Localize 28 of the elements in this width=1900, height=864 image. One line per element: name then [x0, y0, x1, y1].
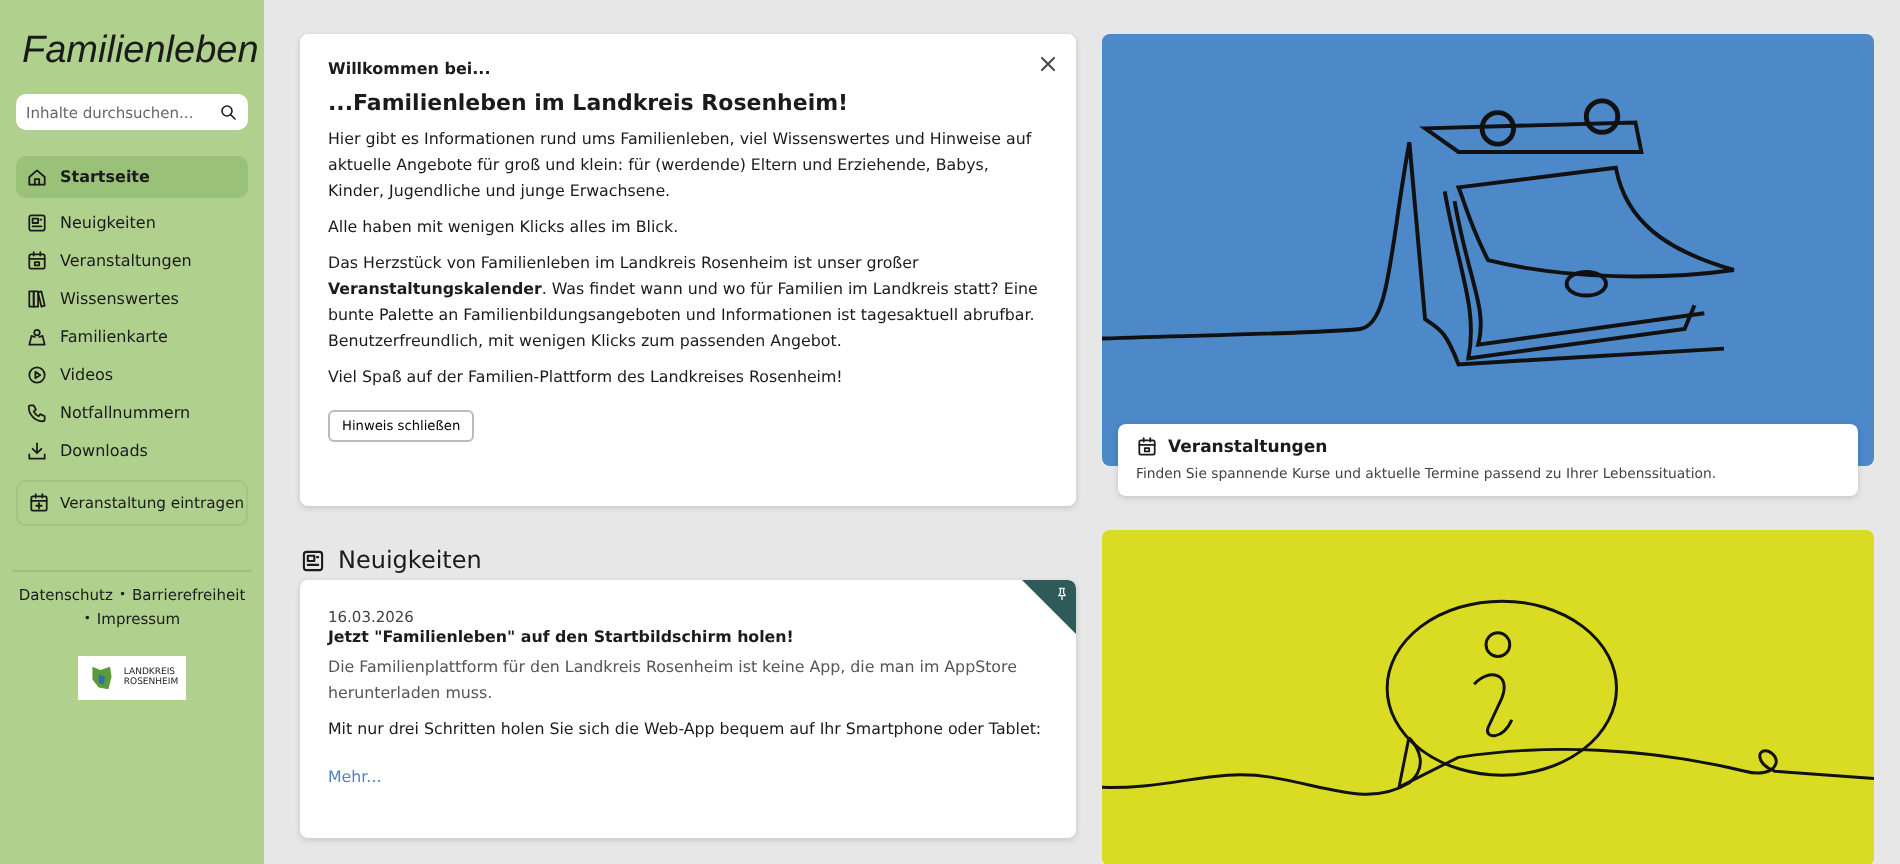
- card-title: ...Familienleben im Landkreis Rosenheim!: [328, 90, 851, 116]
- close-button[interactable]: [1036, 52, 1060, 76]
- tile-title: Veranstaltungen: [1168, 437, 1328, 457]
- calendar-plus-icon: [28, 492, 50, 514]
- site-title: Familienleben: [20, 28, 261, 76]
- house-icon: [26, 166, 48, 188]
- sidebar-item[interactable]: Veranstaltungen: [16, 244, 248, 278]
- books-icon: [26, 288, 48, 310]
- newspaper-icon: [300, 547, 326, 573]
- search-icon: [218, 102, 238, 122]
- newspaper-icon: [26, 212, 48, 234]
- sidebar-item[interactable]: Neuigkeiten: [16, 206, 248, 240]
- calendar-icon: [1136, 436, 1158, 458]
- sidebar-item[interactable]: Videos: [16, 358, 248, 392]
- sidebar-item[interactable]: Startseite: [16, 156, 248, 198]
- play-icon: [26, 364, 48, 386]
- sidebar-item[interactable]: Wissenswertes: [16, 282, 248, 316]
- phone-icon: [26, 402, 48, 424]
- download-icon: [26, 440, 48, 462]
- map-people-icon: [26, 326, 48, 348]
- card-kicker: Willkommen bei...: [328, 60, 493, 78]
- section-heading: Neuigkeiten: [338, 546, 482, 574]
- sidebar-item[interactable]: Downloads: [16, 434, 248, 468]
- close-icon: [1036, 52, 1060, 76]
- sidebar-item[interactable]: Familienkarte: [16, 320, 248, 354]
- pin-icon: [1054, 586, 1070, 602]
- sidebar-item[interactable]: Notfallnummern: [16, 396, 248, 430]
- calendar-icon: [26, 250, 48, 272]
